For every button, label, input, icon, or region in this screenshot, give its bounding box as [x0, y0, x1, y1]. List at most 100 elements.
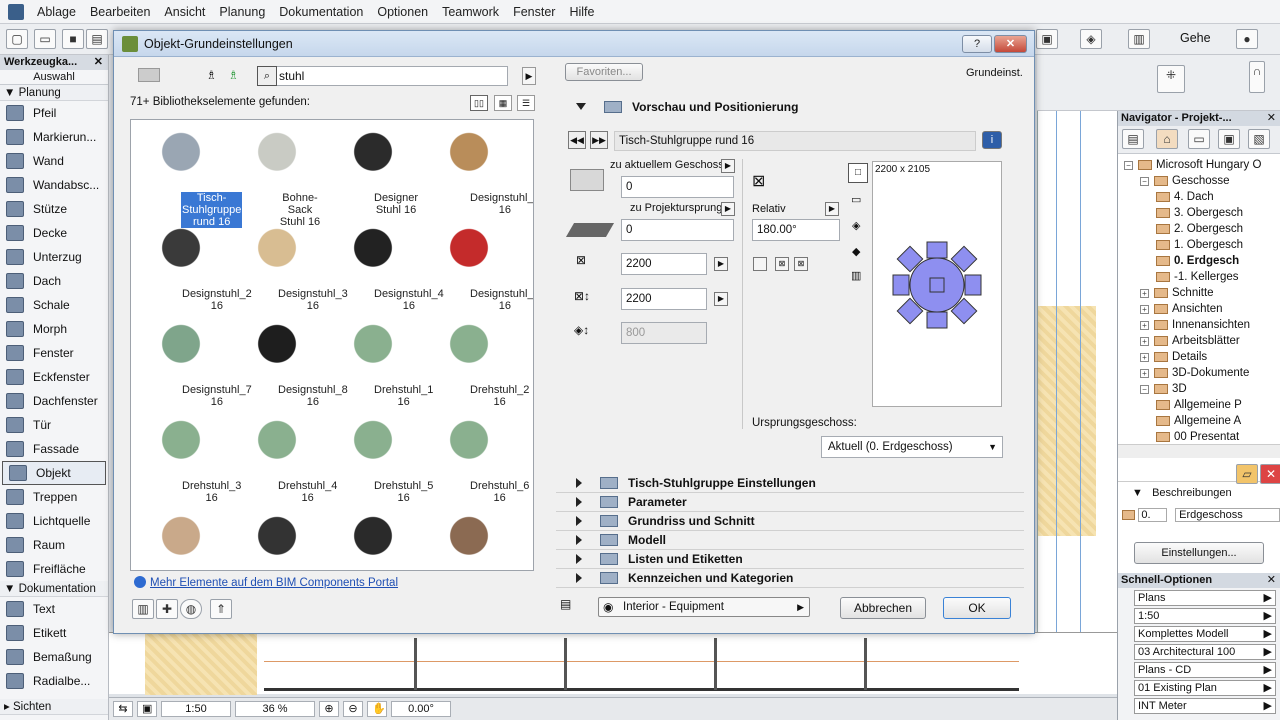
tool-dach[interactable]: Dach	[0, 269, 108, 293]
angle-field[interactable]: 0.00°	[391, 701, 451, 717]
library-item[interactable]: Drehstuhl_3 16	[135, 412, 241, 507]
zoom-in-icon[interactable]: ⊕	[319, 701, 339, 717]
zoom-fit-icon[interactable]: ▣	[137, 701, 157, 717]
tool-lichtquelle[interactable]: Lichtquelle	[0, 509, 108, 533]
library-icon[interactable]	[138, 68, 160, 82]
tool-wand[interactable]: Wand	[0, 149, 108, 173]
tree-item[interactable]: 2. Obergesch	[1118, 221, 1280, 237]
layout-icon[interactable]: ▥	[1128, 29, 1150, 49]
library-item[interactable]: Drehstuhl_5 16	[327, 412, 433, 507]
save-icon[interactable]: ■	[62, 29, 84, 49]
tool-wandabsc-[interactable]: Wandabsc...	[0, 173, 108, 197]
cancel-button[interactable]: Abbrechen	[840, 597, 926, 619]
library-item[interactable]: Bohne-Sack Stuhl 16	[231, 124, 323, 228]
zu-aktuellem-field[interactable]: 0	[621, 176, 734, 198]
tree-item[interactable]: + Arbeitsblätter	[1118, 333, 1280, 349]
menu-optionen[interactable]: Optionen	[370, 5, 435, 19]
view-list-icon[interactable]: ☰	[517, 95, 535, 111]
tree-item[interactable]: + Ansichten	[1118, 301, 1280, 317]
tree-item[interactable]: + Details	[1118, 349, 1280, 365]
3d-preview-icon[interactable]: ◈	[852, 219, 860, 232]
tool-dachfenster[interactable]: Dachfenster	[0, 389, 108, 413]
tool-tür[interactable]: Tür	[0, 413, 108, 437]
organizer-icon[interactable]: ▧	[1248, 129, 1270, 149]
tool-fassade[interactable]: Fassade	[0, 437, 108, 461]
quick-option[interactable]: INT Meter ▶	[1134, 698, 1276, 714]
anchor-alt-icon[interactable]: ⊠	[794, 257, 808, 271]
bim-portal-link[interactable]: Mehr Elemente auf dem BIM Components Por…	[134, 576, 398, 589]
tree-item[interactable]: − Microsoft Hungary O	[1118, 157, 1280, 173]
open-file-icon[interactable]: ▭	[34, 29, 56, 49]
search-icon[interactable]: ⌕	[257, 66, 277, 86]
library-item[interactable]: Drehstuhl_4 16	[231, 412, 337, 507]
tree-item[interactable]: +3D-Dokumente	[1118, 365, 1280, 381]
view-grid-icon[interactable]: ▦	[494, 95, 512, 111]
toolbox-auswahl[interactable]: Auswahl	[0, 70, 108, 85]
ursprung-select[interactable]: Aktuell (0. Erdgeschoss) ▼	[821, 436, 1003, 458]
library-item[interactable]: Designstuhl_1 16	[423, 124, 533, 219]
library-item[interactable]: Drehstuhl_6 16	[423, 412, 529, 507]
tool-stütze[interactable]: Stütze	[0, 197, 108, 221]
project-map-icon[interactable]: ▤	[1122, 129, 1144, 149]
library-manager-icon[interactable]: ▥	[132, 599, 154, 619]
library-item[interactable]: Designstuhl_8 16	[231, 316, 348, 411]
tool-schale[interactable]: Schale	[0, 293, 108, 317]
add-library-icon[interactable]: ✚	[156, 599, 178, 619]
expand-toggle-icon[interactable]: +	[1140, 368, 1149, 378]
library-item[interactable]: Designer Stuhl 16	[327, 124, 419, 219]
plan-preview-icon[interactable]: □	[848, 163, 868, 183]
expand-toggle-icon[interactable]: −	[1140, 384, 1149, 394]
tool-radialbe-[interactable]: Radialbe...	[0, 669, 108, 693]
fit-icon[interactable]: ⁜	[1157, 65, 1185, 93]
scale-field[interactable]: 1:50	[161, 701, 231, 717]
tool-freifläche[interactable]: Freifläche	[0, 557, 108, 581]
angle-field[interactable]: 180.00°	[752, 219, 840, 241]
tool-text[interactable]: Text	[0, 597, 108, 621]
view-map-icon[interactable]: ⌂	[1156, 129, 1178, 149]
tree-item[interactable]: Allgemeine P	[1118, 397, 1280, 413]
tree-item[interactable]: + Schnitte	[1118, 285, 1280, 301]
library-item[interactable]	[423, 508, 515, 570]
layer-select[interactable]: ◉ Interior - Equipment ▶	[598, 597, 810, 617]
menu-hilfe[interactable]: Hilfe	[562, 5, 601, 19]
quick-options-close-icon[interactable]: ✕	[1267, 573, 1276, 588]
3d-shaded-icon[interactable]: ◆	[852, 245, 860, 258]
tree-item[interactable]: 0. Erdgesch	[1118, 253, 1280, 269]
section-1[interactable]: Parameter	[556, 493, 1024, 512]
library-item[interactable]: Designstuhl_3 16	[231, 220, 348, 315]
tool-bemaßung[interactable]: Bemaßung	[0, 645, 108, 669]
expand-toggle-icon[interactable]: +	[1140, 288, 1149, 298]
pan-icon[interactable]: ✋	[367, 701, 387, 717]
nav-icon[interactable]: ⇆	[113, 701, 133, 717]
depth-field[interactable]: 2200	[621, 288, 707, 310]
tree-item[interactable]: 1. Obergesch	[1118, 237, 1280, 253]
library-item[interactable]	[327, 508, 419, 570]
tree-item[interactable]: Allgemeine A	[1118, 413, 1280, 429]
beschreibungen-row[interactable]: ▼ Beschreibungen	[1118, 482, 1280, 504]
expand-toggle-icon[interactable]: +	[1140, 304, 1149, 314]
tree-item[interactable]: 00 Presentat	[1118, 429, 1280, 444]
expand-toggle-icon[interactable]: −	[1140, 176, 1149, 186]
zoom-out-icon[interactable]: ⊖	[343, 701, 363, 717]
new-folder-icon[interactable]: ▱	[1236, 464, 1258, 484]
publisher-icon[interactable]: ▣	[1218, 129, 1240, 149]
info-button-icon[interactable]: i	[982, 131, 1002, 149]
relativ-arrow-icon[interactable]: ▶	[825, 202, 839, 216]
menu-bearbeiten[interactable]: Bearbeiten	[83, 5, 157, 19]
width-field[interactable]: 2200	[621, 253, 707, 275]
delete-icon[interactable]: ✕	[1260, 464, 1280, 484]
zu-projekt-field[interactable]: 0	[621, 219, 734, 241]
geschoss-number[interactable]: 0.	[1138, 508, 1168, 522]
expand-toggle-icon[interactable]: +	[1140, 336, 1149, 346]
menu-fenster[interactable]: Fenster	[506, 5, 562, 19]
magnet-icon[interactable]: ∩	[1249, 61, 1265, 93]
tree-item[interactable]: -1. Kellerges	[1118, 269, 1280, 285]
teamwork-icon[interactable]: ●	[1236, 29, 1258, 49]
expand-toggle-icon[interactable]: −	[1124, 160, 1133, 170]
tree-item[interactable]: − Geschosse	[1118, 173, 1280, 189]
quick-option[interactable]: 01 Existing Plan ▶	[1134, 680, 1276, 696]
section-4[interactable]: Listen und Etiketten	[556, 550, 1024, 569]
tree-item[interactable]: 3. Obergesch	[1118, 205, 1280, 221]
toolbox-section-dokumentation[interactable]: ▼ Dokumentation	[0, 581, 108, 597]
list-preview-icon[interactable]: ▥	[851, 269, 861, 282]
